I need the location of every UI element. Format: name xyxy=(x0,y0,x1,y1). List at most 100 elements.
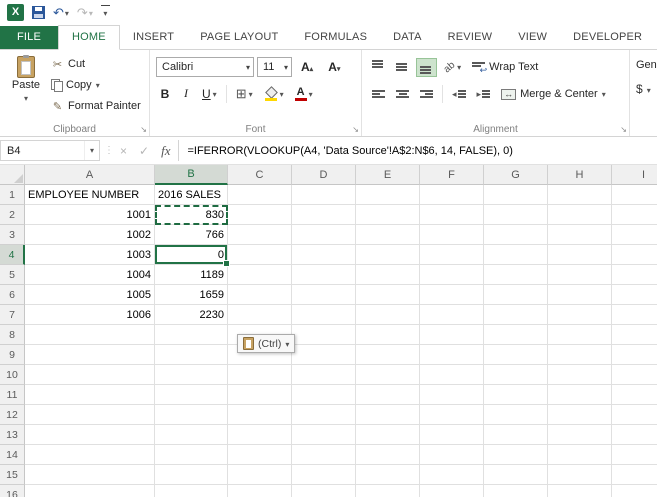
cell-A8[interactable] xyxy=(25,325,155,345)
cell-A16[interactable] xyxy=(25,485,155,497)
cell-H8[interactable] xyxy=(548,325,612,345)
column-header-C[interactable]: C xyxy=(228,165,292,185)
cell-E2[interactable] xyxy=(356,205,420,225)
cell-B11[interactable] xyxy=(155,385,228,405)
cell-I16[interactable] xyxy=(612,485,657,497)
select-all-corner[interactable] xyxy=(0,165,25,185)
italic-button[interactable]: I xyxy=(177,84,195,103)
cell-A13[interactable] xyxy=(25,425,155,445)
cell-C2[interactable] xyxy=(228,205,292,225)
cell-A10[interactable] xyxy=(25,365,155,385)
align-right-button[interactable] xyxy=(416,85,437,104)
cell-F10[interactable] xyxy=(420,365,484,385)
cell-H4[interactable] xyxy=(548,245,612,265)
cell-I7[interactable] xyxy=(612,305,657,325)
cell-B7[interactable]: 2230 xyxy=(155,305,228,325)
cell-C1[interactable] xyxy=(228,185,292,205)
alignment-dialog-launcher-icon[interactable] xyxy=(620,125,627,134)
column-header-B[interactable]: B xyxy=(155,165,228,185)
increase-font-size-button[interactable]: A xyxy=(295,58,319,77)
undo-button[interactable]: ↶ xyxy=(53,6,69,19)
cell-F14[interactable] xyxy=(420,445,484,465)
cell-G13[interactable] xyxy=(484,425,548,445)
row-header-4[interactable]: 4 xyxy=(0,245,25,265)
cell-C7[interactable] xyxy=(228,305,292,325)
cell-G1[interactable] xyxy=(484,185,548,205)
cell-C6[interactable] xyxy=(228,285,292,305)
column-header-I[interactable]: I xyxy=(612,165,657,185)
cell-I9[interactable] xyxy=(612,345,657,365)
cell-D2[interactable] xyxy=(292,205,356,225)
customize-quick-access-button[interactable] xyxy=(101,5,110,19)
row-header-8[interactable]: 8 xyxy=(0,325,25,345)
column-header-A[interactable]: A xyxy=(25,165,155,185)
cell-I15[interactable] xyxy=(612,465,657,485)
cell-E5[interactable] xyxy=(356,265,420,285)
cell-F15[interactable] xyxy=(420,465,484,485)
decrease-font-size-button[interactable]: A xyxy=(322,58,346,77)
cell-E16[interactable] xyxy=(356,485,420,497)
cell-I6[interactable] xyxy=(612,285,657,305)
cell-D14[interactable] xyxy=(292,445,356,465)
cell-A2[interactable]: 1001 xyxy=(25,205,155,225)
cell-H15[interactable] xyxy=(548,465,612,485)
wrap-text-button[interactable]: Wrap Text xyxy=(468,57,542,77)
decrease-indent-button[interactable]: ◂ xyxy=(448,85,470,104)
cell-D8[interactable] xyxy=(292,325,356,345)
row-header-7[interactable]: 7 xyxy=(0,305,25,325)
cell-G16[interactable] xyxy=(484,485,548,497)
align-center-button[interactable] xyxy=(392,85,413,104)
font-name-select[interactable]: Calibri xyxy=(156,57,254,77)
name-box-dropdown-icon[interactable] xyxy=(84,141,99,160)
enter-icon[interactable]: ✓ xyxy=(139,144,149,158)
cell-F1[interactable] xyxy=(420,185,484,205)
cell-B8[interactable] xyxy=(155,325,228,345)
row-header-2[interactable]: 2 xyxy=(0,205,25,225)
cell-D1[interactable] xyxy=(292,185,356,205)
cell-I1[interactable] xyxy=(612,185,657,205)
cell-E8[interactable] xyxy=(356,325,420,345)
chevron-down-icon[interactable] xyxy=(246,61,250,73)
cell-F7[interactable] xyxy=(420,305,484,325)
format-painter-button[interactable]: ✎ Format Painter xyxy=(48,97,144,115)
copy-button[interactable]: Copy xyxy=(48,76,144,94)
chevron-down-icon[interactable] xyxy=(24,92,28,104)
cell-E4[interactable] xyxy=(356,245,420,265)
font-dialog-launcher-icon[interactable] xyxy=(352,125,359,134)
cancel-icon[interactable]: × xyxy=(120,144,127,158)
cell-E9[interactable] xyxy=(356,345,420,365)
cell-C13[interactable] xyxy=(228,425,292,445)
cell-H6[interactable] xyxy=(548,285,612,305)
cell-D11[interactable] xyxy=(292,385,356,405)
cell-B10[interactable] xyxy=(155,365,228,385)
cell-B2[interactable]: 830 xyxy=(155,205,228,225)
cell-G2[interactable] xyxy=(484,205,548,225)
row-header-12[interactable]: 12 xyxy=(0,405,25,425)
cell-F3[interactable] xyxy=(420,225,484,245)
cell-A9[interactable] xyxy=(25,345,155,365)
chevron-down-icon[interactable] xyxy=(284,61,288,73)
column-header-E[interactable]: E xyxy=(356,165,420,185)
cell-I3[interactable] xyxy=(612,225,657,245)
tab-insert[interactable]: INSERT xyxy=(120,26,187,49)
cell-H16[interactable] xyxy=(548,485,612,497)
cell-G10[interactable] xyxy=(484,365,548,385)
cell-C11[interactable] xyxy=(228,385,292,405)
chevron-down-icon[interactable] xyxy=(249,88,253,100)
cell-B16[interactable] xyxy=(155,485,228,497)
cell-H9[interactable] xyxy=(548,345,612,365)
merge-center-button[interactable]: Merge & Center xyxy=(497,84,610,104)
row-header-14[interactable]: 14 xyxy=(0,445,25,465)
cell-G5[interactable] xyxy=(484,265,548,285)
fill-color-button[interactable] xyxy=(260,84,288,103)
cell-C16[interactable] xyxy=(228,485,292,497)
cell-D10[interactable] xyxy=(292,365,356,385)
number-format-select[interactable]: Gen xyxy=(636,59,657,71)
tab-data[interactable]: DATA xyxy=(380,26,435,49)
cell-D3[interactable] xyxy=(292,225,356,245)
cell-E1[interactable] xyxy=(356,185,420,205)
cell-I13[interactable] xyxy=(612,425,657,445)
clipboard-dialog-launcher-icon[interactable] xyxy=(140,125,147,134)
chevron-down-icon[interactable] xyxy=(457,61,461,73)
cell-C12[interactable] xyxy=(228,405,292,425)
